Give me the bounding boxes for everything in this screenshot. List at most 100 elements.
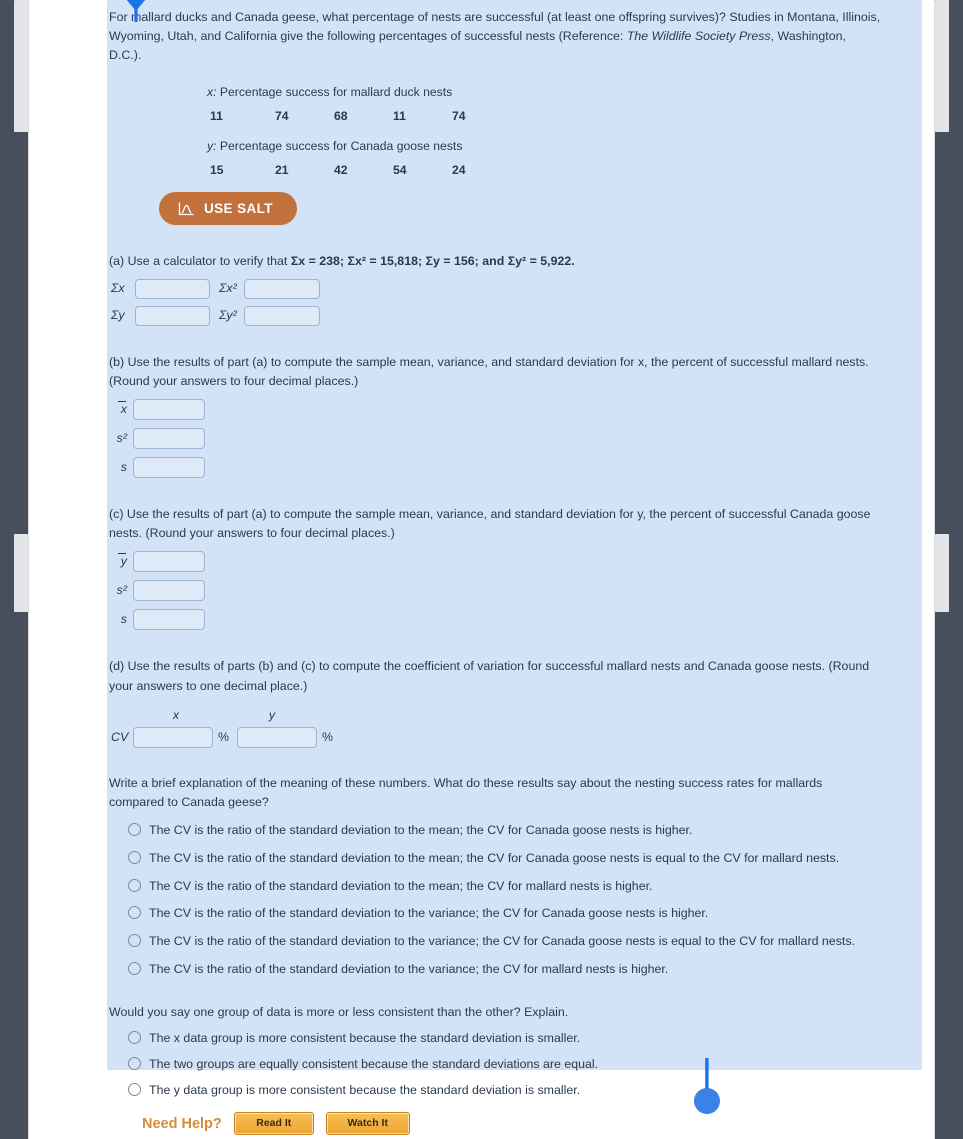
x-series-description: Percentage success for mallard duck nest… bbox=[216, 84, 453, 99]
part-a-given-values: Σx = 238; Σx² = 15,818; Σy = 156; and Σy… bbox=[290, 254, 575, 269]
y-bar-input[interactable] bbox=[133, 551, 205, 573]
x-value: 74 bbox=[275, 108, 289, 123]
part-a-prompt: (a) Use a calculator to verify that Σx =… bbox=[109, 252, 871, 271]
part-a-prompt-text: (a) Use a calculator to verify that bbox=[109, 254, 291, 269]
x-value: 74 bbox=[452, 108, 466, 123]
consistency-option-2[interactable]: The two groups are equally consistent be… bbox=[109, 1055, 922, 1074]
use-salt-button[interactable]: USE SALT bbox=[159, 192, 297, 226]
explanation-option-2[interactable]: The CV is the ratio of the standard devi… bbox=[109, 849, 922, 868]
s-x-input[interactable] bbox=[133, 456, 205, 478]
right-scrollbar-thumb-top[interactable] bbox=[935, 0, 949, 132]
part-c-variance-row: s² bbox=[111, 580, 922, 602]
x-bar-input[interactable] bbox=[133, 398, 205, 420]
sigma-y-input[interactable] bbox=[135, 305, 210, 326]
part-b-fields: x s² s bbox=[109, 398, 922, 478]
explanation-option-5[interactable]: The CV is the ratio of the standard devi… bbox=[109, 932, 922, 951]
document-page: For mallard ducks and Canada geese, what… bbox=[28, 0, 935, 1139]
browser-viewport: For mallard ducks and Canada geese, what… bbox=[0, 0, 963, 1139]
s-x-label: s bbox=[120, 459, 127, 474]
y-value: 42 bbox=[334, 163, 348, 178]
explanation-question: Write a brief explanation of the meaning… bbox=[107, 774, 922, 978]
s-squared-y-input[interactable] bbox=[133, 580, 205, 602]
y-value: 24 bbox=[452, 163, 466, 178]
explanation-option-label: The CV is the ratio of the standard devi… bbox=[149, 933, 855, 948]
part-b-stddev-row: s bbox=[111, 456, 922, 478]
x-values-row: 11 74 68 11 74 bbox=[207, 107, 922, 126]
radio-button-icon[interactable] bbox=[128, 906, 141, 920]
left-scrollbar-thumb-top[interactable] bbox=[14, 0, 28, 132]
radio-button-icon[interactable] bbox=[128, 933, 141, 947]
s-y-label: s bbox=[120, 612, 127, 627]
left-scrollbar-thumb[interactable] bbox=[14, 534, 28, 612]
part-a-row-2: Σy Σy² bbox=[109, 305, 922, 326]
radio-button-icon[interactable] bbox=[128, 1031, 141, 1045]
part-c-fields: y s² s bbox=[109, 551, 922, 631]
cv-row: CV % % bbox=[109, 727, 922, 749]
right-scrollbar-track[interactable] bbox=[935, 0, 949, 1139]
cv-column-headers: x y bbox=[109, 706, 922, 725]
use-salt-label: USE SALT bbox=[204, 201, 273, 217]
read-it-button[interactable]: Read It bbox=[233, 1112, 314, 1135]
part-b-prompt: (b) Use the results of part (a) to compu… bbox=[109, 354, 869, 388]
consistency-option-3[interactable]: The y data group is more consistent beca… bbox=[109, 1081, 922, 1100]
explanation-option-4[interactable]: The CV is the ratio of the standard devi… bbox=[109, 904, 922, 923]
x-value: 11 bbox=[393, 108, 406, 123]
cv-x-input[interactable] bbox=[133, 727, 213, 749]
sigma-y-squared-label: Σy² bbox=[219, 307, 237, 322]
problem-source-citation: The Wildlife Society Press bbox=[626, 29, 771, 44]
x-bar-label: x bbox=[111, 400, 133, 419]
sigma-x-squared-input[interactable] bbox=[244, 278, 320, 299]
radio-button-icon[interactable] bbox=[128, 851, 141, 865]
part-d-prompt: (d) Use the results of parts (b) and (c)… bbox=[109, 659, 870, 693]
s-squared-x-label: s² bbox=[116, 430, 127, 445]
part-a-row-1: Σx Σx² bbox=[109, 278, 922, 299]
explanation-option-3[interactable]: The CV is the ratio of the standard devi… bbox=[109, 877, 922, 896]
x-series-label: x: Percentage success for mallard duck n… bbox=[207, 83, 922, 102]
part-b-mean-row: x bbox=[111, 398, 922, 420]
left-scrollbar-track[interactable] bbox=[14, 0, 28, 1139]
part-c-stddev-row: s bbox=[111, 609, 922, 631]
cv-x-percent-symbol: % bbox=[218, 729, 230, 744]
radio-button-icon[interactable] bbox=[128, 1082, 141, 1096]
consistency-option-label: The x data group is more consistent beca… bbox=[149, 1031, 581, 1046]
explanation-option-6[interactable]: The CV is the ratio of the standard devi… bbox=[109, 960, 922, 979]
sigma-x-input[interactable] bbox=[135, 278, 210, 299]
explanation-option-label: The CV is the ratio of the standard devi… bbox=[149, 961, 669, 976]
radio-button-icon[interactable] bbox=[128, 823, 141, 837]
radio-button-icon[interactable] bbox=[128, 961, 141, 975]
s-y-input[interactable] bbox=[133, 609, 205, 631]
overbar bbox=[118, 400, 126, 402]
radio-button-icon[interactable] bbox=[128, 878, 141, 892]
part-a: (a) Use a calculator to verify that Σx =… bbox=[107, 252, 922, 326]
y-value: 21 bbox=[275, 163, 289, 178]
sigma-y-label: Σy bbox=[111, 307, 125, 322]
part-d: (d) Use the results of parts (b) and (c)… bbox=[107, 657, 922, 749]
explanation-option-label: The CV is the ratio of the standard devi… bbox=[149, 906, 709, 921]
y-value: 54 bbox=[393, 163, 407, 178]
part-c-mean-row: y bbox=[111, 551, 922, 573]
y-bar-symbol: y bbox=[120, 554, 127, 569]
sigma-x-squared-label: Σx² bbox=[219, 280, 237, 295]
cv-column-header-x: x bbox=[172, 707, 180, 722]
s-squared-x-input[interactable] bbox=[133, 427, 205, 449]
part-c-prompt: (c) Use the results of part (a) to compu… bbox=[109, 506, 871, 541]
explanation-option-1[interactable]: The CV is the ratio of the standard devi… bbox=[109, 821, 922, 840]
x-value: 68 bbox=[334, 108, 348, 123]
explanation-option-label: The CV is the ratio of the standard devi… bbox=[149, 878, 653, 893]
cv-column-header-y: y bbox=[268, 707, 276, 722]
explanation-option-label: The CV is the ratio of the standard devi… bbox=[149, 823, 693, 838]
sigma-y-squared-input[interactable] bbox=[244, 305, 320, 326]
right-scrollbar-thumb[interactable] bbox=[935, 534, 949, 612]
problem-statement: For mallard ducks and Canada geese, what… bbox=[107, 8, 881, 66]
x-value: 11 bbox=[210, 108, 223, 123]
cv-y-input[interactable] bbox=[237, 727, 318, 749]
part-b: (b) Use the results of part (a) to compu… bbox=[107, 353, 922, 478]
explanation-question-prompt: Write a brief explanation of the meaning… bbox=[109, 776, 823, 810]
y-value: 15 bbox=[210, 163, 224, 178]
consistency-option-1[interactable]: The x data group is more consistent beca… bbox=[109, 1029, 922, 1048]
radio-button-icon[interactable] bbox=[128, 1056, 141, 1070]
watch-it-button[interactable]: Watch It bbox=[325, 1112, 410, 1135]
y-series-label: y: Percentage success for Canada goose n… bbox=[207, 137, 922, 156]
overbar bbox=[118, 553, 126, 555]
part-b-variance-row: s² bbox=[111, 427, 922, 449]
